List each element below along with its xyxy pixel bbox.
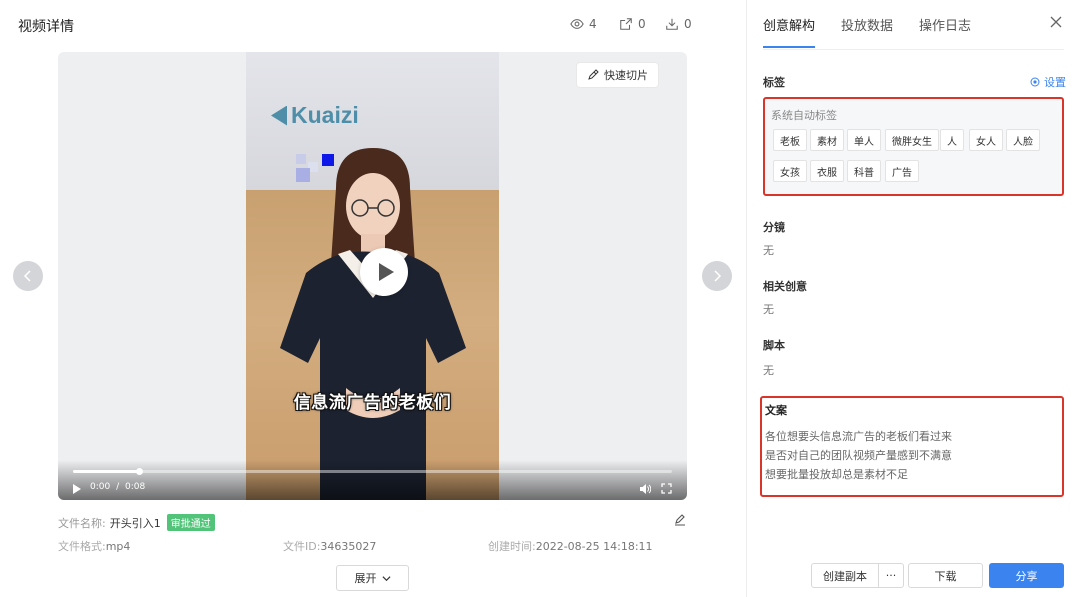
chevron-right-icon xyxy=(714,270,722,282)
presenter-figure xyxy=(280,148,466,500)
more-options-button[interactable]: ··· xyxy=(878,563,904,588)
status-badge: 审批通过 xyxy=(166,514,215,531)
tab-creative-breakdown[interactable]: 创意解构 xyxy=(763,15,816,48)
shares-count: 0 xyxy=(638,17,646,31)
play-button[interactable] xyxy=(360,248,408,296)
downloads-stat[interactable]: 0 xyxy=(665,17,692,31)
download-button[interactable]: 下载 xyxy=(908,563,983,588)
file-format-value: mp4 xyxy=(105,540,131,553)
tag-item[interactable]: 广告 xyxy=(885,160,919,182)
expand-button[interactable]: 展开 xyxy=(336,565,409,591)
file-id-row: 文件ID:34635027 xyxy=(283,538,376,554)
file-name-value: 开头引入1 xyxy=(109,516,161,530)
kuaizi-logo: Kuaizi xyxy=(271,102,359,129)
current-time: 0:00 xyxy=(90,482,111,492)
progress-bar[interactable] xyxy=(73,468,672,475)
video-preview-area: 视频详情 4 0 0 Kuaizi 信息流广告的老板们 快速切片 0:00 / … xyxy=(0,0,746,597)
file-id-label: 文件ID: xyxy=(283,540,321,553)
time-separator: / xyxy=(116,482,120,492)
detail-panel: 创意解构 投放数据 操作日志 标签 设置 系统自动标签 老板 素材 单人 微胖女… xyxy=(746,0,1080,597)
chevron-left-icon xyxy=(23,270,31,282)
file-name-label: 文件名称: xyxy=(58,516,106,530)
expand-label: 展开 xyxy=(354,572,377,585)
file-id-value: 34635027 xyxy=(320,540,377,553)
volume-icon[interactable] xyxy=(639,483,651,495)
settings-icon xyxy=(1030,77,1040,87)
edit-icon[interactable] xyxy=(674,514,686,526)
tag-item[interactable]: 女孩 xyxy=(773,160,807,182)
chevron-down-icon xyxy=(381,575,391,581)
auto-tags-title: 系统自动标签 xyxy=(771,109,837,122)
related-creatives-value: 无 xyxy=(763,303,774,316)
created-time-value: 2022-08-25 14:18:11 xyxy=(535,540,653,553)
close-icon[interactable] xyxy=(1050,16,1062,28)
views-stat: 4 xyxy=(570,17,597,31)
file-format-row: 文件格式:mp4 xyxy=(58,538,130,554)
shares-stat[interactable]: 0 xyxy=(619,17,646,31)
copywriting-title: 文案 xyxy=(765,404,787,417)
tags-section-title: 标签 xyxy=(763,76,785,89)
tags-settings-link[interactable]: 设置 xyxy=(1030,74,1066,90)
tag-item[interactable]: 人脸 xyxy=(1006,129,1040,151)
stats-bar: 4 0 0 xyxy=(0,17,746,35)
tag-item[interactable]: 素材 xyxy=(810,129,844,151)
created-time-row: 创建时间:2022-08-25 14:18:11 xyxy=(488,538,653,554)
tag-item[interactable]: 科普 xyxy=(847,160,881,182)
download-icon xyxy=(666,18,678,30)
created-time-label: 创建时间: xyxy=(488,540,536,553)
eye-icon xyxy=(570,19,584,29)
panel-tabs: 创意解构 投放数据 操作日志 xyxy=(763,15,971,48)
tag-item[interactable]: 女人 xyxy=(969,129,1003,151)
fullscreen-icon[interactable] xyxy=(661,483,672,494)
play-control-icon[interactable] xyxy=(72,484,82,494)
auto-tags-box: 系统自动标签 老板 素材 单人 微胖女生 人 女人 人脸 女孩 衣服 科普 广告 xyxy=(763,97,1064,196)
player-controls: 0:00 / 0:08 xyxy=(58,460,687,500)
share-icon xyxy=(620,18,632,30)
quick-cut-button[interactable]: 快速切片 xyxy=(577,63,658,87)
downloads-count: 0 xyxy=(684,17,692,31)
tab-delivery-data[interactable]: 投放数据 xyxy=(841,15,893,48)
tab-divider xyxy=(763,49,1064,50)
play-icon xyxy=(378,263,394,281)
time-display: 0:00 / 0:08 xyxy=(90,482,145,492)
copywriting-line: 各位想要头信息流广告的老板们看过来 xyxy=(765,430,952,443)
storyboard-title: 分镜 xyxy=(763,221,785,234)
tag-item[interactable]: 单人 xyxy=(847,129,881,151)
logo-text: Kuaizi xyxy=(291,102,359,128)
tag-item[interactable]: 老板 xyxy=(773,129,807,151)
tag-item[interactable]: 人 xyxy=(940,129,964,151)
views-count: 4 xyxy=(589,17,597,31)
settings-label: 设置 xyxy=(1044,76,1066,89)
create-copy-button[interactable]: 创建副本 xyxy=(811,563,878,588)
quick-cut-label: 快速切片 xyxy=(604,69,648,82)
next-video-button[interactable] xyxy=(702,261,732,291)
copywriting-box: 文案 各位想要头信息流广告的老板们看过来 是否对自己的团队视频产量感到不满意 想… xyxy=(760,396,1064,497)
file-name-row: 文件名称: 开头引入1 审批通过 xyxy=(58,514,215,531)
script-title: 脚本 xyxy=(763,339,785,352)
related-creatives-title: 相关创意 xyxy=(763,280,807,293)
pencil-icon xyxy=(588,69,599,80)
video-detail-page: 视频详情 4 0 0 Kuaizi 信息流广告的老板们 快速切片 0:00 / … xyxy=(0,0,1080,597)
copywriting-line: 是否对自己的团队视频产量感到不满意 xyxy=(765,449,952,462)
progress-handle[interactable] xyxy=(136,468,143,475)
share-button[interactable]: 分享 xyxy=(989,563,1064,588)
tag-item[interactable]: 衣服 xyxy=(810,160,844,182)
video-player[interactable]: Kuaizi 信息流广告的老板们 快速切片 0:00 / 0:08 xyxy=(58,52,687,500)
script-value: 无 xyxy=(763,364,774,377)
copywriting-line: 想要批量投放却总是素材不足 xyxy=(765,468,908,481)
video-subtitle: 信息流广告的老板们 xyxy=(293,393,452,413)
duration: 0:08 xyxy=(125,482,146,492)
previous-video-button[interactable] xyxy=(13,261,43,291)
storyboard-value: 无 xyxy=(763,244,774,257)
tag-item[interactable]: 微胖女生 xyxy=(885,129,939,151)
progress-fill xyxy=(73,470,139,473)
tab-operation-log[interactable]: 操作日志 xyxy=(919,15,971,48)
file-format-label: 文件格式: xyxy=(58,540,106,553)
